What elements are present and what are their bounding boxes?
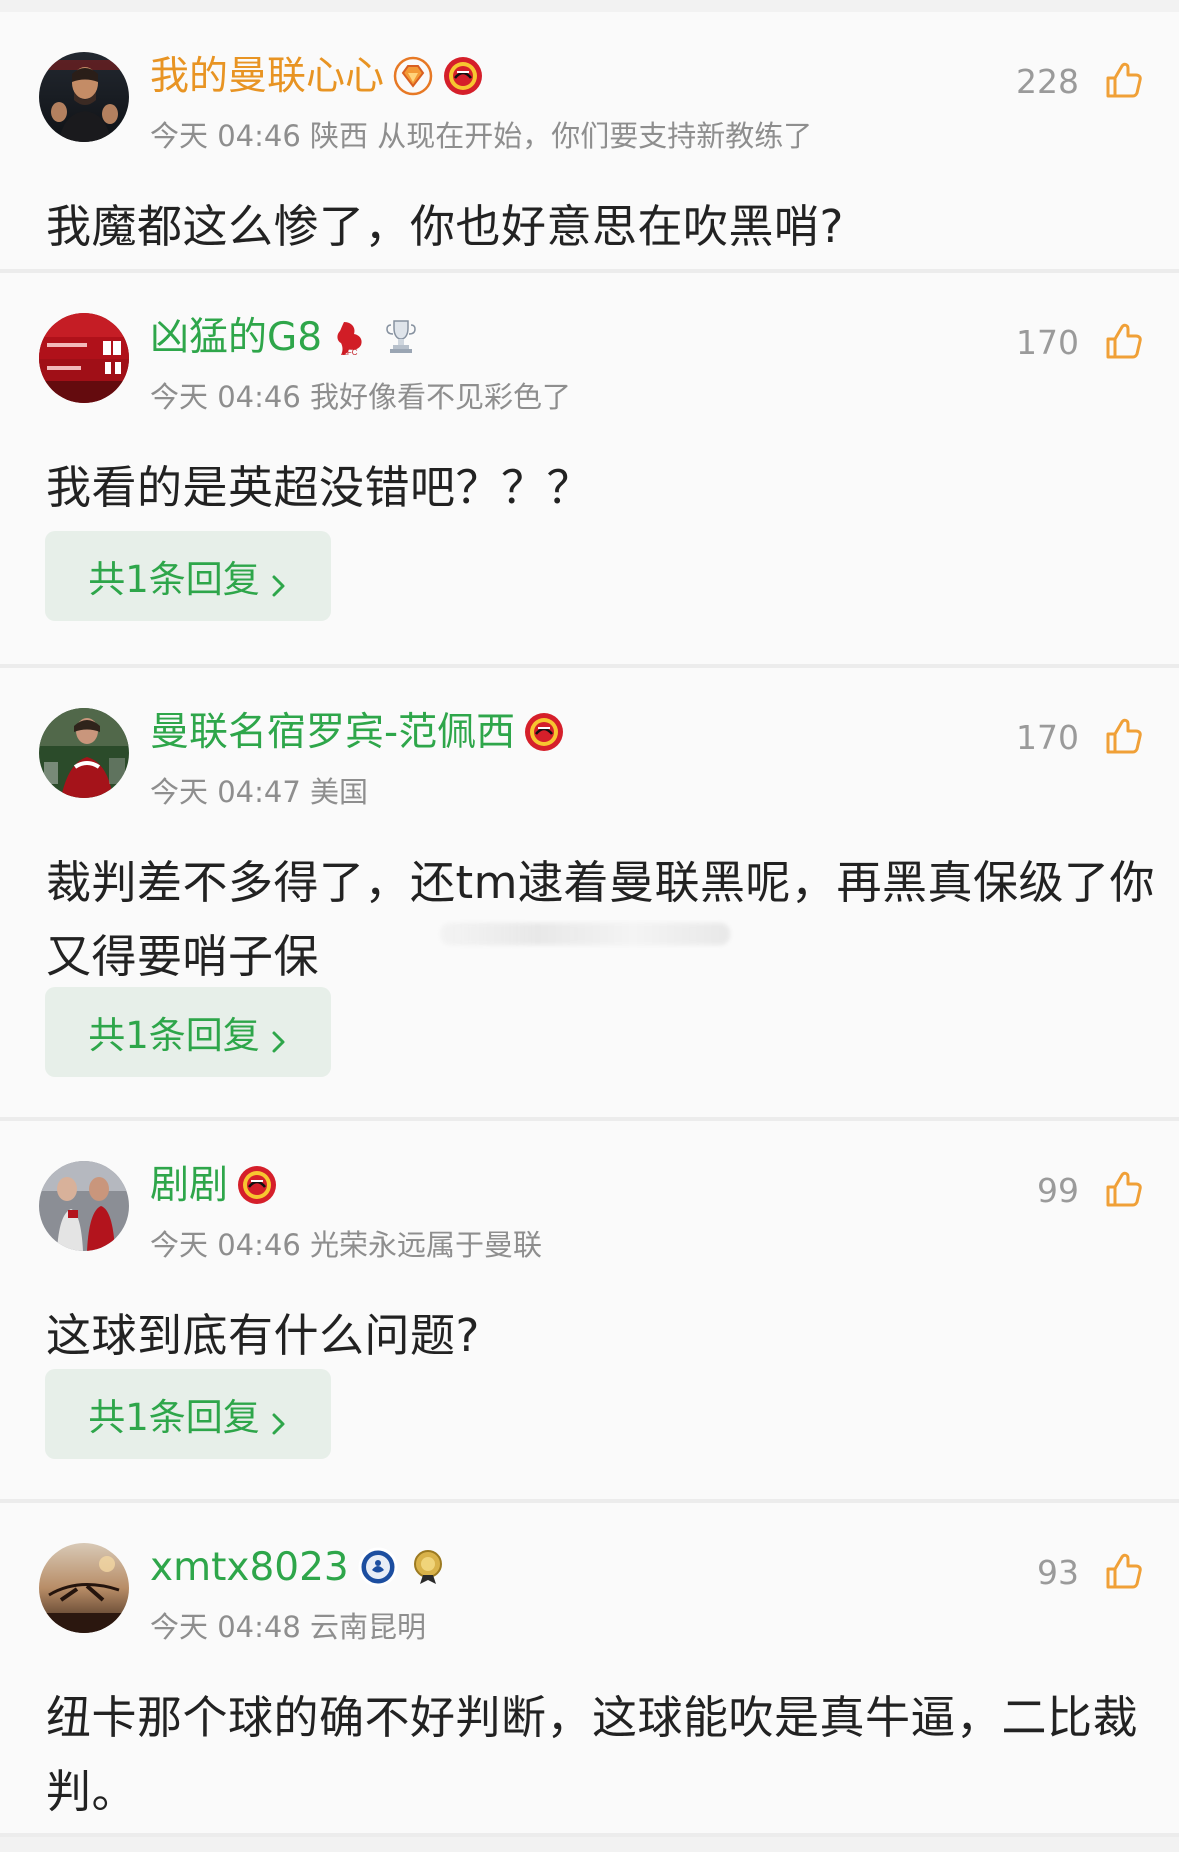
comment-card: 曼联名宿罗宾-范佩西 今天 04:47 美国 170 裁判差不多得了，还tm逮着… (0, 668, 1179, 1121)
man-utd-badge-icon (236, 1164, 278, 1206)
liverpool-badge-icon: LFC (330, 316, 372, 358)
comments-page: 我的曼联心心 今天 04:46 陕西 从现在开始，你们要支持新教练了 228 我… (0, 0, 1179, 1852)
chevron-right-icon (270, 1020, 288, 1053)
thumb-up-icon[interactable] (1101, 60, 1143, 102)
comment-card: 剧剧 今天 04:46 光荣永远属于曼联 99 这球到底有什么问题? 共1条回复 (0, 1121, 1179, 1503)
likes-group[interactable]: 228 (1016, 60, 1143, 102)
top-gap (0, 0, 1179, 12)
username[interactable]: 我的曼联心心 (150, 57, 384, 96)
username[interactable]: 剧剧 (150, 1166, 228, 1205)
player-photo-avatar (39, 708, 129, 798)
reply-count-label: 共1条回复 (88, 1014, 260, 1057)
likes-group[interactable]: 93 (1037, 1551, 1143, 1593)
like-count: 228 (1016, 61, 1079, 101)
username-row: 曼联名宿罗宾-范佩西 (150, 706, 565, 758)
reply-count-label: 共1条回复 (88, 1396, 260, 1439)
svg-text:LFC: LFC (342, 348, 357, 357)
comment-text: 我看的是英超没错吧？？？ (46, 461, 593, 514)
reply-count-label: 共1条回复 (88, 558, 260, 601)
likes-group[interactable]: 170 (1016, 321, 1143, 363)
comment-meta: 今天 04:48 云南昆明 (150, 1610, 427, 1644)
scoreboard-avatar (39, 313, 129, 403)
like-count: 99 (1037, 1170, 1079, 1210)
like-count: 170 (1016, 322, 1079, 362)
chevron-right-icon (270, 564, 288, 597)
like-count: 93 (1037, 1552, 1079, 1592)
comment-meta: 今天 04:46 陕西 从现在开始，你们要支持新教练了 (150, 119, 813, 153)
comment-card: xmtx8023 今天 04:48 云南昆明 93 纽卡那个球的确不好判断，这球… (0, 1503, 1179, 1837)
comment-card: 凶猛的G8 LFC 今天 04:46 我好像看不见彩色了 170 我看的是英超没… (0, 273, 1179, 668)
reply-count-button[interactable]: 共1条回复 (45, 1369, 331, 1459)
likes-group[interactable]: 99 (1037, 1169, 1143, 1211)
thumb-up-icon[interactable] (1101, 321, 1143, 363)
thumb-up-icon[interactable] (1101, 716, 1143, 758)
comment-text: 我魔都这么惨了，你也好意思在吹黑哨? (46, 200, 844, 253)
chevron-right-icon (270, 1402, 288, 1435)
comment-text: 裁判差不多得了，还tm逮着曼联黑呢，再黑真保级了你又得要哨子保 (46, 856, 1155, 983)
comment-text: 纽卡那个球的确不好判断，这球能吹是真牛逼，二比裁判。 (46, 1691, 1139, 1818)
comment-meta: 今天 04:46 光荣永远属于曼联 (150, 1228, 543, 1262)
premier-league-trophy-icon (380, 316, 422, 358)
comment-text: 这球到底有什么问题? (46, 1309, 480, 1362)
reply-count-button[interactable]: 共1条回复 (45, 531, 331, 621)
manager-photo-avatar (39, 52, 129, 142)
username[interactable]: 曼联名宿罗宾-范佩西 (150, 713, 515, 752)
user-avatar[interactable] (39, 1161, 129, 1251)
username[interactable]: xmtx8023 (150, 1548, 349, 1587)
reply-count-button[interactable]: 共1条回复 (45, 987, 331, 1077)
thumb-up-icon[interactable] (1101, 1169, 1143, 1211)
username-row: 剧剧 (150, 1159, 278, 1211)
gold-medal-badge-icon (407, 1546, 449, 1588)
username-row: 凶猛的G8 LFC (150, 311, 422, 363)
likes-group[interactable]: 170 (1016, 716, 1143, 758)
thumb-up-icon[interactable] (1101, 1551, 1143, 1593)
chelsea-badge-icon (357, 1546, 399, 1588)
user-avatar[interactable] (39, 52, 129, 142)
username-row: 我的曼联心心 (150, 50, 484, 102)
user-avatar[interactable] (39, 708, 129, 798)
man-utd-badge-icon (442, 55, 484, 97)
sunset-photo-avatar (39, 1543, 129, 1633)
like-count: 170 (1016, 717, 1079, 757)
players-photo-avatar (39, 1161, 129, 1251)
user-avatar[interactable] (39, 1543, 129, 1633)
comment-meta: 今天 04:47 美国 (150, 775, 369, 809)
comment-card: 我的曼联心心 今天 04:46 陕西 从现在开始，你们要支持新教练了 228 我… (0, 12, 1179, 273)
blurred-watermark (440, 923, 730, 945)
diamond-badge-icon (392, 55, 434, 97)
username[interactable]: 凶猛的G8 (150, 318, 322, 357)
username-row: xmtx8023 (150, 1541, 449, 1593)
user-avatar[interactable] (39, 313, 129, 403)
comment-meta: 今天 04:46 我好像看不见彩色了 (150, 380, 572, 414)
man-utd-badge-icon (523, 711, 565, 753)
